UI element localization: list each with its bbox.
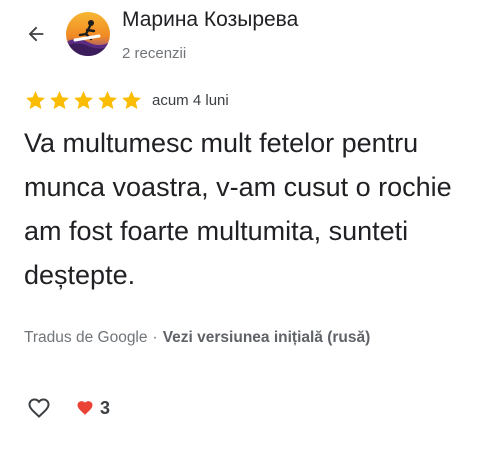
review-text: Va multumesc mult fetelor pentru munca v… bbox=[24, 128, 452, 290]
translation-notice: Tradus de Google · Vezi versiunea inițială… bbox=[24, 329, 370, 347]
star-icon bbox=[50, 90, 69, 109]
rating-row: acum 4 luni bbox=[24, 88, 229, 112]
author-name[interactable]: Марина Козырева bbox=[122, 8, 298, 32]
reactions[interactable]: 3 bbox=[76, 398, 110, 419]
back-button[interactable] bbox=[18, 16, 54, 52]
surfer-avatar-icon bbox=[66, 12, 110, 56]
star-rating bbox=[24, 89, 143, 112]
star-icon bbox=[122, 90, 141, 109]
arrow-left-icon bbox=[28, 26, 44, 42]
separator: · bbox=[152, 329, 158, 346]
reaction-count: 3 bbox=[100, 397, 111, 418]
heart-filled-icon bbox=[77, 401, 93, 415]
review-date: acum 4 luni bbox=[152, 91, 229, 109]
review-actions: 3 bbox=[26, 396, 110, 420]
review-detail-page: Марина Козырева 2 recenzii acum 4 luni V… bbox=[0, 0, 480, 449]
star-icon bbox=[74, 90, 93, 109]
translated-by-label: Tradus de Google bbox=[24, 329, 148, 346]
like-button[interactable] bbox=[26, 396, 52, 420]
star-icon bbox=[26, 90, 45, 109]
avatar[interactable] bbox=[66, 12, 110, 56]
review-count: 2 recenzii bbox=[122, 45, 187, 62]
star-icon bbox=[98, 90, 117, 109]
view-original-link[interactable]: Vezi versiunea inițială (rusă) bbox=[163, 329, 371, 346]
heart-outline-icon bbox=[28, 398, 50, 418]
